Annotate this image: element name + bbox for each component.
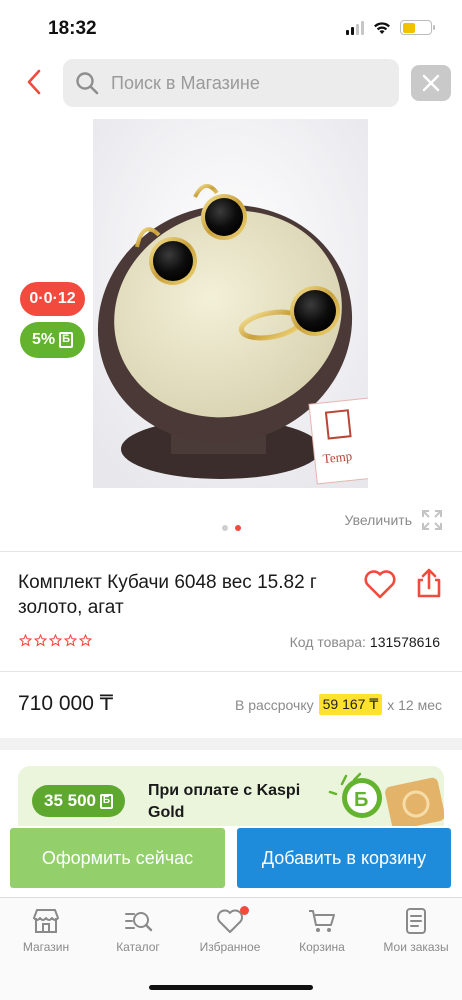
installment-amount: 59 167 ₸ [318, 694, 383, 715]
kaspi-gold-banner[interactable]: 35 500 Б При оплате с Kaspi Gold Б [18, 766, 444, 826]
share-icon [417, 568, 441, 598]
cart-icon [309, 910, 335, 932]
installment-term: х 12 мес [387, 696, 442, 713]
product-title: Комплект Кубачи 6048 вес 15.82 г золото,… [18, 572, 317, 618]
search-input[interactable] [111, 72, 371, 94]
bonus-badge-value: 5% [31, 331, 56, 348]
close-button[interactable] [411, 65, 451, 101]
share-button[interactable] [412, 566, 446, 600]
jewelry-set-image: Temp [93, 119, 368, 488]
tab-catalog[interactable]: Каталог [92, 906, 184, 954]
expand-icon [422, 510, 442, 530]
carousel-dot-active[interactable] [235, 525, 241, 531]
wifi-icon [374, 21, 390, 34]
action-bar: Оформить сейчас Добавить в корзину [0, 826, 462, 896]
product-image[interactable]: Temp [93, 119, 368, 488]
sku-label: Код товара: [289, 634, 366, 650]
tab-label: Избранное [199, 940, 261, 954]
svg-text:Б: Б [354, 789, 368, 811]
carousel-dot[interactable] [222, 525, 228, 531]
kaspi-banner-text: При оплате с Kaspi Gold [148, 782, 301, 821]
svg-text:Temp: Temp [322, 448, 353, 466]
zoom-button[interactable]: Увеличить [344, 508, 444, 532]
search-icon [76, 72, 99, 95]
installment-label: В рассрочку [234, 696, 314, 713]
tab-store[interactable]: Магазин [0, 906, 92, 954]
rating-stars[interactable] [19, 634, 92, 647]
status-bar: 18:32 [0, 0, 462, 56]
catalog-search-icon [125, 912, 153, 932]
zoom-label: Увеличить [344, 512, 412, 528]
kaspi-bonus-value: 35 500 [44, 791, 96, 810]
tab-label: Корзина [299, 940, 345, 954]
signal-icon [346, 20, 364, 35]
tab-favorites[interactable]: Избранное [184, 906, 276, 954]
back-button[interactable] [16, 64, 52, 100]
bonus-b-icon: Б [59, 332, 74, 348]
notification-dot [240, 906, 249, 915]
status-icons [346, 20, 435, 35]
kaspi-bonus-badge: 35 500 Б [32, 785, 125, 817]
star-icon [49, 634, 62, 647]
tab-orders[interactable]: Мои заказы [370, 906, 462, 954]
tab-label: Мои заказы [383, 940, 449, 954]
kaspi-gold-card-icon: Б [328, 772, 444, 826]
home-indicator [149, 985, 313, 990]
product-price: 710 000 ₸ [18, 692, 114, 715]
divider [0, 671, 462, 672]
orders-icon [406, 908, 426, 934]
divider [0, 551, 462, 552]
status-time: 18:32 [48, 18, 97, 39]
close-icon [422, 74, 440, 92]
tab-label: Магазин [22, 940, 70, 954]
tab-cart[interactable]: Корзина [276, 906, 368, 954]
favorite-button[interactable] [363, 568, 397, 600]
star-icon [19, 634, 32, 647]
add-to-cart-button[interactable]: Добавить в корзину [237, 828, 451, 888]
bonus-badge: 5% Б [20, 322, 85, 358]
store-icon [33, 909, 59, 933]
back-arrow-icon [27, 69, 41, 95]
star-icon [34, 634, 47, 647]
star-icon [64, 634, 77, 647]
sku: Код товара: 131578616 [290, 634, 440, 650]
section-separator [0, 738, 462, 750]
battery-icon [400, 20, 435, 35]
carousel-dots [222, 525, 241, 531]
installment-info[interactable]: В рассрочку 59 167 ₸ х 12 мес [235, 694, 442, 715]
checkout-button[interactable]: Оформить сейчас [10, 828, 225, 888]
star-icon [79, 634, 92, 647]
sku-value: 131578616 [369, 634, 440, 650]
tab-label: Каталог [116, 940, 160, 954]
search-box[interactable] [63, 59, 399, 107]
search-row [0, 58, 462, 108]
bonus-b-icon: Б [100, 793, 113, 809]
installment-badge: 0·0·12 [20, 282, 85, 316]
heart-outline-icon [364, 570, 396, 599]
